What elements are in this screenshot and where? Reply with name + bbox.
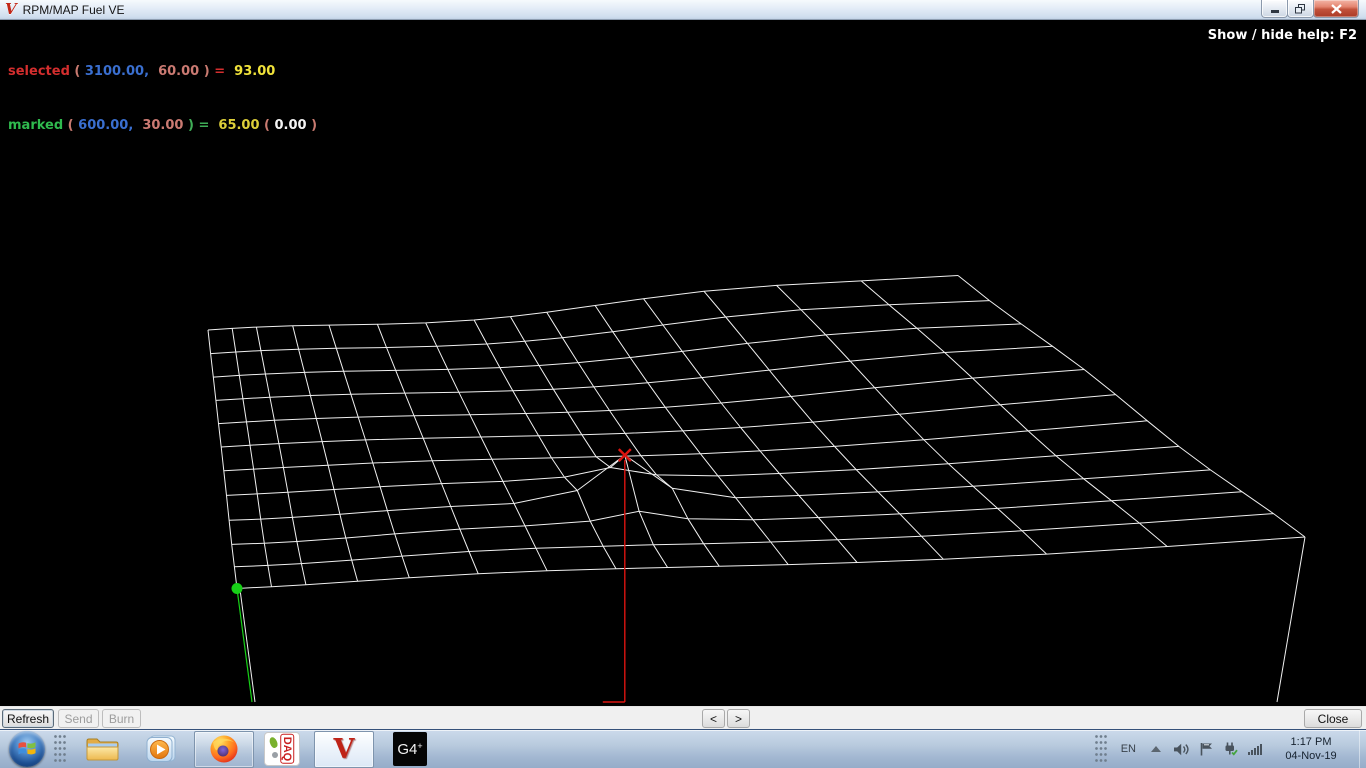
taskbar-grip [54, 735, 66, 763]
taskbar-item-g4plus[interactable]: G4+ [393, 732, 427, 766]
minimize-button[interactable] [1261, 0, 1288, 18]
taskbar-item-firefox[interactable] [194, 731, 254, 768]
app-v-icon: V [5, 2, 17, 17]
status-readout: selected ( 3100.00, 60.00 ) = 93.00 mark… [8, 27, 317, 171]
marked-readout: marked ( 600.00, 30.00 ) = 65.00 ( 0.00 … [8, 117, 317, 135]
start-button[interactable] [9, 731, 45, 767]
ve-3d-view[interactable]: selected ( 3100.00, 60.00 ) = 93.00 mark… [0, 21, 1366, 706]
refresh-button[interactable]: Refresh [2, 709, 54, 728]
close-button[interactable] [1313, 0, 1359, 18]
volume-icon[interactable] [1174, 743, 1190, 756]
taskbar-item-daq[interactable]: DAQ [264, 732, 300, 766]
clock-date: 04-Nov-19 [1273, 749, 1349, 763]
action-center-flag-icon[interactable] [1200, 742, 1213, 756]
taskbar-item-media-player[interactable] [146, 735, 176, 763]
firefox-icon [209, 734, 239, 764]
bottom-toolbar: Refresh Send Burn < > Close [0, 706, 1366, 729]
selected-readout: selected ( 3100.00, 60.00 ) = 93.00 [8, 63, 317, 81]
restore-button[interactable] [1287, 0, 1314, 18]
show-desktop-button[interactable] [1359, 730, 1366, 768]
show-hidden-icons-button[interactable] [1151, 746, 1161, 752]
next-table-button[interactable]: > [727, 709, 750, 728]
caption-buttons [1262, 0, 1359, 18]
safely-remove-hardware-icon[interactable] [1223, 742, 1238, 756]
language-indicator[interactable]: EN [1121, 743, 1136, 755]
prev-table-button[interactable]: < [702, 709, 725, 728]
system-tray: EN [1095, 730, 1366, 768]
window-title: RPM/MAP Fuel VE [23, 3, 125, 17]
daq-icon-label: DAQ [280, 734, 294, 764]
taskbar-clock[interactable]: 1:17 PM 04-Nov-19 [1273, 735, 1349, 763]
clock-time: 1:17 PM [1273, 735, 1349, 749]
network-signal-icon[interactable] [1248, 743, 1263, 755]
g4plus-icon: G4+ [393, 732, 427, 766]
window-titlebar[interactable]: V RPM/MAP Fuel VE [0, 0, 1366, 20]
daq-icon: DAQ [264, 732, 300, 766]
daq-leaf-icon [268, 736, 279, 749]
screen: V RPM/MAP Fuel VE selected ( 3100.00, 60… [0, 0, 1366, 768]
close-window-button[interactable]: Close [1304, 709, 1362, 728]
restore-icon [1295, 4, 1306, 14]
windows-flag-icon [18, 741, 36, 757]
close-icon [1331, 4, 1342, 14]
vemstune-v-icon: V [334, 736, 355, 763]
tray-grip [1095, 735, 1107, 763]
send-button[interactable]: Send [58, 709, 99, 728]
burn-button[interactable]: Burn [102, 709, 141, 728]
help-hint: Show / hide help: F2 [1208, 28, 1357, 43]
minimize-icon [1270, 4, 1280, 13]
daq-dot-icon [272, 752, 278, 758]
taskbar-item-explorer[interactable] [86, 736, 120, 762]
taskbar: DAQ V G4+ EN [0, 729, 1366, 768]
taskbar-item-vemstune[interactable]: V [314, 731, 374, 768]
media-player-icon [146, 735, 176, 763]
windows-explorer-icon [86, 736, 120, 762]
